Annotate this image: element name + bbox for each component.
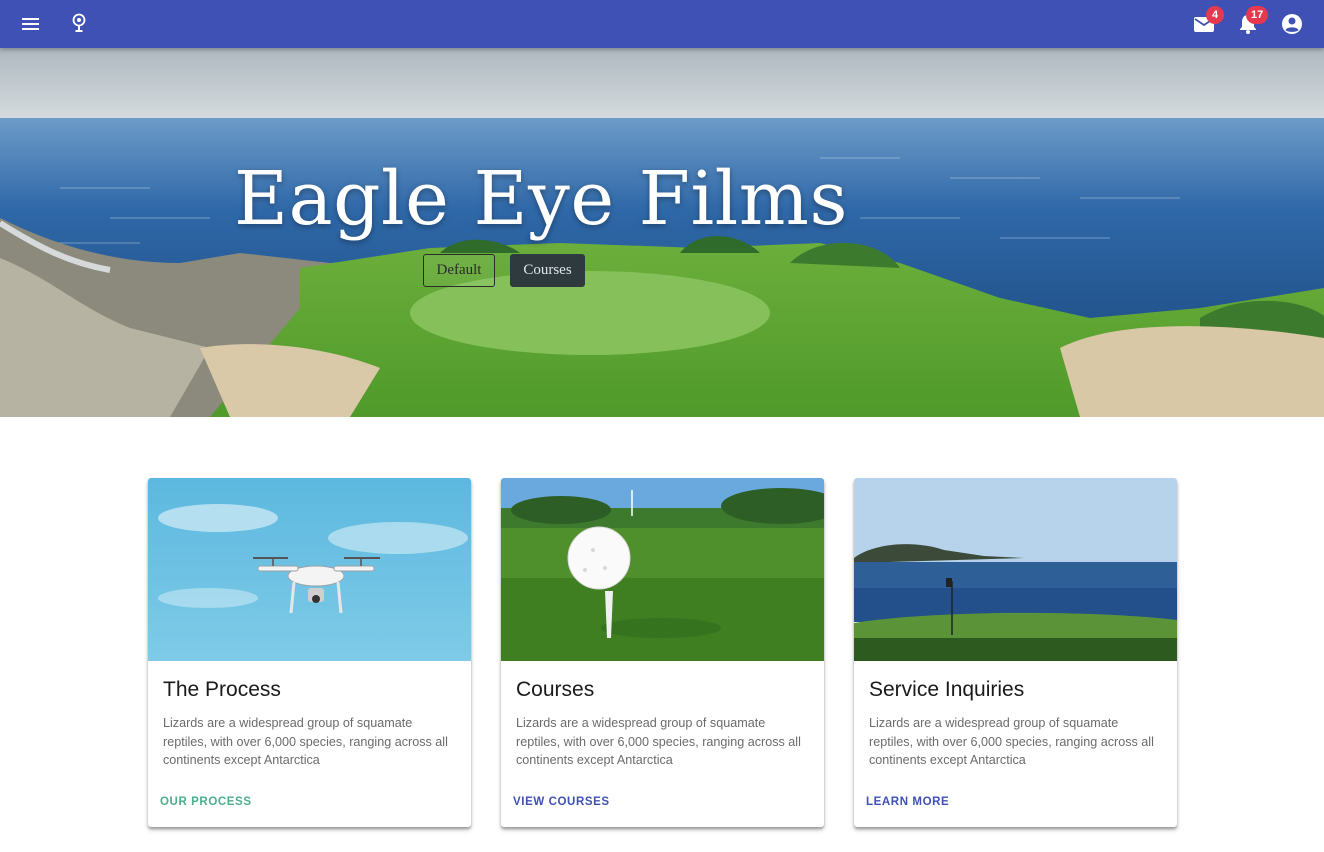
location-button[interactable] <box>57 0 101 48</box>
app-bar: 4 17 <box>0 0 1324 48</box>
courses-button[interactable]: Courses <box>510 254 585 287</box>
card-image-golf-ball <box>501 478 824 661</box>
card-title: Courses <box>516 678 595 701</box>
hero-title: Eagle Eye Films <box>234 156 848 242</box>
card-service-inquiries: Service Inquiries Lizards are a widespre… <box>854 478 1177 827</box>
card-description: Lizards are a widespread group of squama… <box>516 716 801 767</box>
card-description: Lizards are a widespread group of squama… <box>869 716 1154 767</box>
location-pin-icon <box>72 13 86 32</box>
card-image-ocean-green <box>854 478 1177 661</box>
mail-badge: 4 <box>1206 6 1224 24</box>
card-image-drone <box>148 478 471 661</box>
learn-more-link[interactable]: LEARN MORE <box>866 796 949 808</box>
hero-banner: Eagle Eye Films Default Courses <box>0 48 1324 417</box>
golf-ball-image <box>501 478 824 661</box>
card-description: Lizards are a widespread group of squama… <box>163 716 448 767</box>
notifications-badge: 17 <box>1246 6 1269 24</box>
default-button[interactable]: Default <box>423 254 495 287</box>
menu-button[interactable] <box>9 0 53 48</box>
view-courses-link[interactable]: VIEW COURSES <box>513 796 610 808</box>
card-title: The Process <box>163 678 281 701</box>
mail-button[interactable]: 4 <box>1182 0 1226 48</box>
our-process-link[interactable]: OUR PROCESS <box>160 796 252 808</box>
card-the-process: The Process Lizards are a widespread gro… <box>148 478 471 827</box>
drone-image <box>148 478 471 661</box>
account-circle-icon <box>1282 14 1302 34</box>
card-title: Service Inquiries <box>869 678 1025 701</box>
ocean-green-image <box>854 478 1177 661</box>
menu-icon <box>22 18 39 30</box>
account-button[interactable] <box>1270 0 1314 48</box>
card-courses: Courses Lizards are a widespread group o… <box>501 478 824 827</box>
notifications-button[interactable]: 17 <box>1226 0 1270 48</box>
